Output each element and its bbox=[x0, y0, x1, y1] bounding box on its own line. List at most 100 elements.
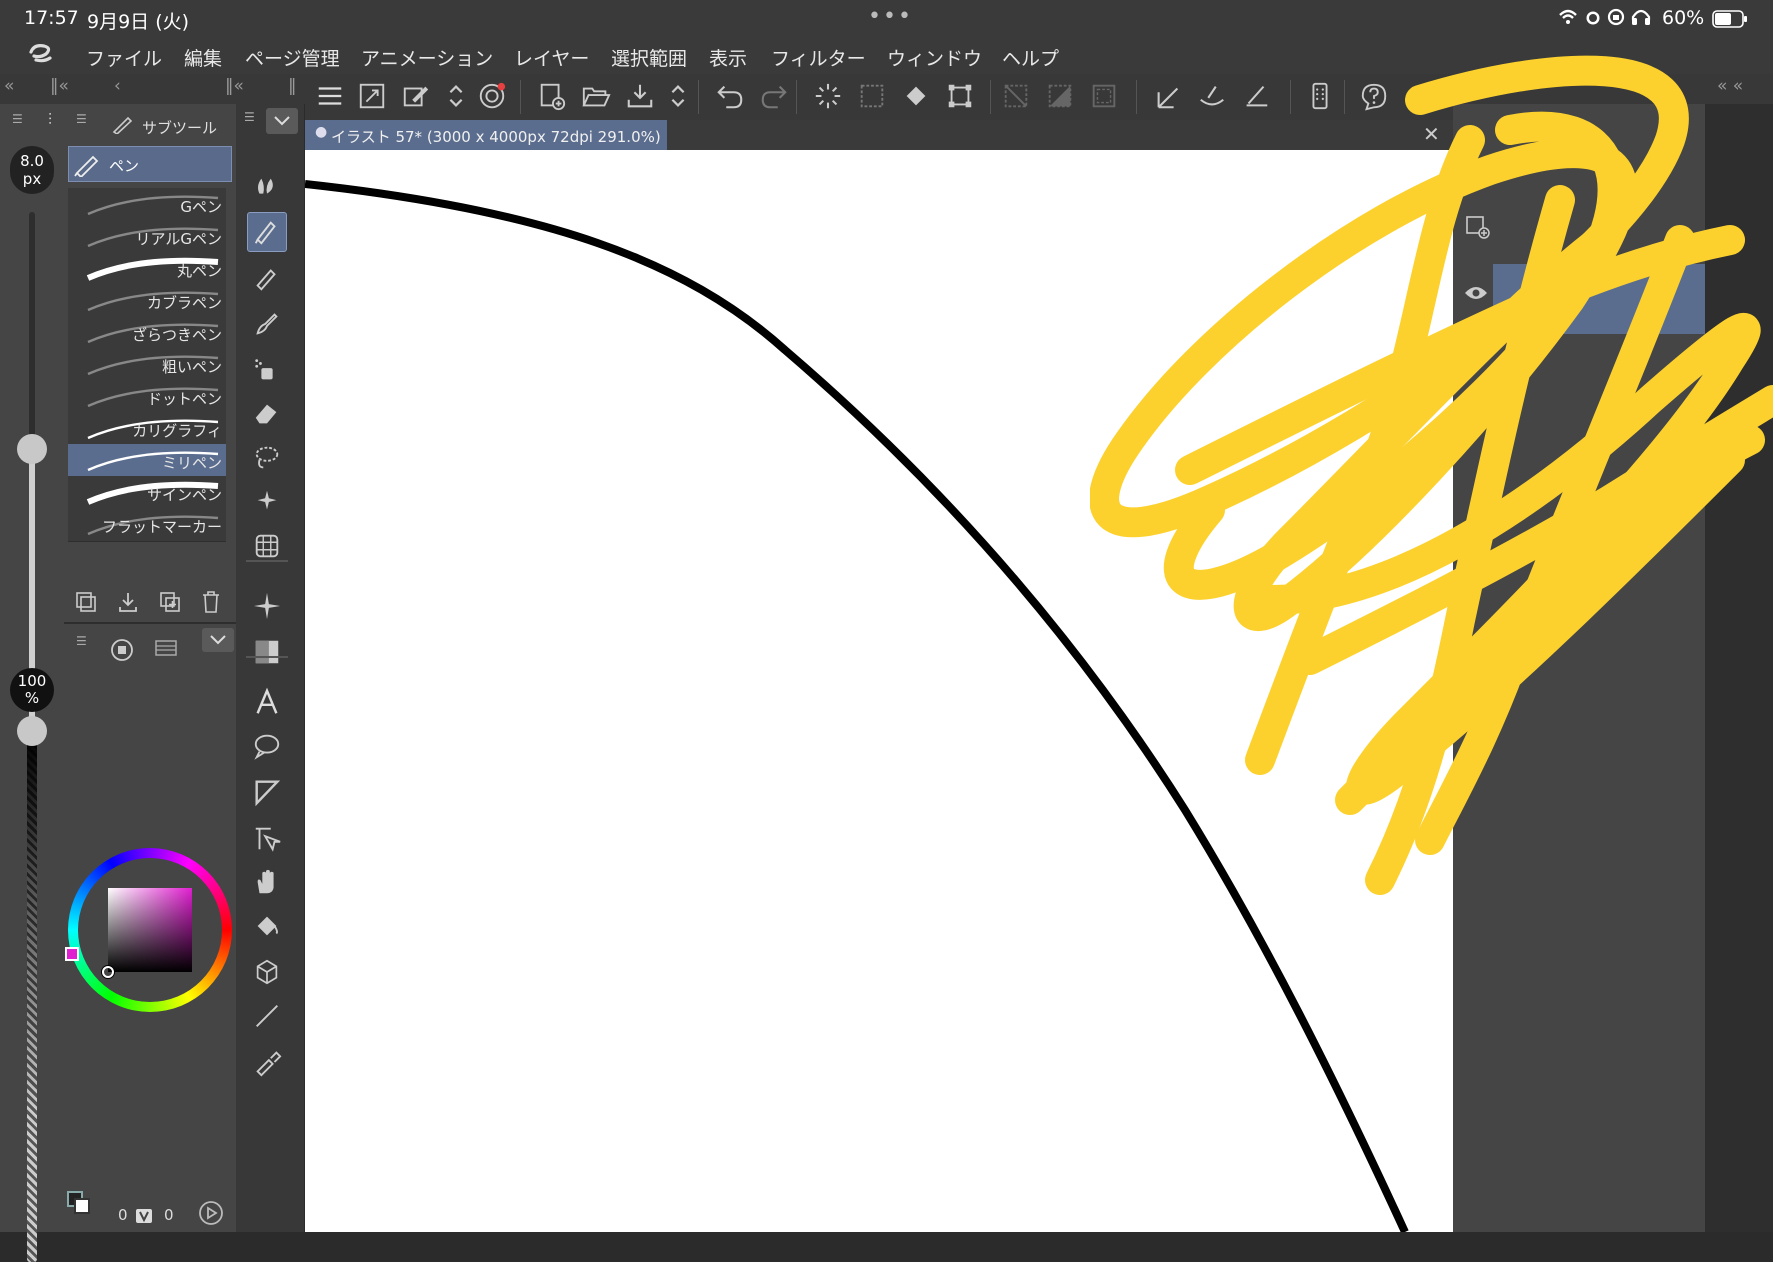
magic-wand-icon[interactable] bbox=[247, 482, 287, 522]
orientation-lock-icon bbox=[1607, 8, 1625, 31]
brush-item[interactable]: 粗いペン bbox=[68, 348, 226, 382]
brush-item[interactable]: ミリペン bbox=[68, 444, 226, 478]
brush-size-icon[interactable]: ⫶ bbox=[48, 110, 52, 130]
lasso-select-icon[interactable] bbox=[247, 438, 287, 478]
command-separator bbox=[698, 80, 699, 114]
airbrush-tool-icon[interactable] bbox=[247, 350, 287, 390]
open-folder-icon[interactable] bbox=[576, 78, 616, 114]
loading-spinner-icon[interactable] bbox=[808, 78, 848, 114]
color-slider-tab-icon[interactable] bbox=[154, 638, 178, 662]
text-tool-icon[interactable] bbox=[247, 682, 287, 722]
pen-tool-icon[interactable] bbox=[247, 212, 287, 252]
hamburger-menu-icon[interactable] bbox=[310, 78, 350, 114]
transform-icon[interactable] bbox=[940, 78, 980, 114]
brush-item-label: フラットマーカー bbox=[101, 518, 222, 536]
gradient-tool-icon[interactable] bbox=[247, 632, 287, 672]
brush-item-label: 粗いペン bbox=[161, 358, 222, 376]
undo-icon[interactable] bbox=[710, 78, 750, 114]
frame-border-icon[interactable] bbox=[247, 772, 287, 812]
brush-item[interactable]: リアルGペン bbox=[68, 220, 226, 254]
tool-menu-icon[interactable]: ☰ bbox=[244, 110, 255, 124]
brush-tool-icon[interactable] bbox=[247, 304, 287, 344]
opacity-slider-gradient bbox=[27, 732, 37, 1112]
opacity-slider-handle[interactable] bbox=[17, 716, 47, 746]
menu-edit[interactable]: 編集 bbox=[184, 44, 222, 71]
menu-filter[interactable]: フィルター bbox=[771, 44, 866, 71]
tool-separator bbox=[246, 560, 288, 562]
subtool-tab-label[interactable]: サブツール bbox=[142, 117, 217, 138]
save-icon[interactable] bbox=[620, 78, 660, 114]
brush-item[interactable]: ざらつきペン bbox=[68, 316, 226, 350]
brush-item-label: Gペン bbox=[180, 198, 222, 216]
selection-border-icon[interactable] bbox=[852, 78, 892, 114]
color-swap-icon[interactable] bbox=[64, 1188, 94, 1222]
sparkle-effect-icon[interactable] bbox=[247, 586, 287, 626]
line-tool-icon[interactable] bbox=[247, 996, 287, 1036]
multitask-dots[interactable]: ••• bbox=[868, 4, 913, 29]
up-down-arrows-icon[interactable] bbox=[436, 78, 476, 114]
quick-access-icon[interactable] bbox=[472, 78, 512, 114]
brush-item[interactable]: カリグラフィ bbox=[68, 412, 226, 446]
deselect-icon[interactable] bbox=[996, 78, 1036, 114]
menu-view[interactable]: 表示 bbox=[709, 44, 747, 71]
edit-pen-icon[interactable] bbox=[396, 78, 436, 114]
status-counter-b: 0 bbox=[164, 1206, 174, 1224]
vector-icon bbox=[136, 1208, 152, 1227]
menu-animation[interactable]: アニメーション bbox=[361, 44, 493, 71]
menu-selection[interactable]: 選択範囲 bbox=[611, 44, 687, 71]
brush-item[interactable]: ドットペン bbox=[68, 380, 226, 414]
color-panel-menu-icon[interactable]: ☰ bbox=[76, 634, 87, 648]
clip-studio-logo-icon[interactable] bbox=[26, 42, 56, 75]
brush-item-label: 丸ペン bbox=[176, 262, 222, 280]
collapse-tools-icon[interactable]: ‖« bbox=[225, 76, 244, 96]
pencil-tool-icon[interactable] bbox=[247, 258, 287, 298]
menu-help[interactable]: ヘルプ bbox=[1002, 44, 1059, 71]
hand-tool-icon[interactable] bbox=[247, 862, 287, 902]
collapse-left-icon[interactable]: « bbox=[4, 76, 14, 96]
menu-page-management[interactable]: ページ管理 bbox=[245, 44, 340, 71]
canvas-tab[interactable]: ● イラスト 57* (3000 x 4000px 72dpi 291.0%) bbox=[305, 120, 667, 150]
chevron-left-icon[interactable]: ‹ bbox=[114, 76, 121, 96]
copy-settings-icon[interactable] bbox=[74, 590, 98, 618]
tool-dropdown[interactable] bbox=[266, 108, 298, 134]
eraser-tool-icon[interactable] bbox=[247, 394, 287, 434]
blend-tool-icon[interactable] bbox=[247, 168, 287, 208]
save-options-icon[interactable] bbox=[658, 78, 698, 114]
fill-icon[interactable] bbox=[896, 78, 936, 114]
brush-item-label: ミリペン bbox=[161, 454, 222, 472]
new-canvas-icon[interactable] bbox=[532, 78, 572, 114]
resize-icon[interactable] bbox=[352, 78, 392, 114]
panel-menu-icon[interactable]: ☰ bbox=[12, 112, 23, 126]
import-icon[interactable] bbox=[116, 590, 140, 618]
hue-selector[interactable] bbox=[65, 947, 79, 961]
subtool-footer bbox=[64, 582, 236, 622]
saturation-value-square[interactable] bbox=[108, 888, 192, 972]
color-selector[interactable] bbox=[102, 966, 114, 978]
color-wheel-tab-icon[interactable] bbox=[110, 638, 134, 666]
3d-object-icon[interactable] bbox=[247, 952, 287, 992]
play-icon[interactable] bbox=[198, 1200, 224, 1230]
collapse-right-icon[interactable]: ‖ bbox=[288, 76, 297, 96]
duplicate-icon[interactable] bbox=[158, 590, 182, 618]
invert-selection-icon[interactable] bbox=[1040, 78, 1080, 114]
brush-item[interactable]: サインペン bbox=[68, 476, 226, 510]
brush-item[interactable]: フラットマーカー bbox=[68, 508, 226, 542]
brush-item[interactable]: カブラペン bbox=[68, 284, 226, 318]
brush-item[interactable]: Gペン bbox=[68, 188, 226, 222]
eyedropper-icon[interactable] bbox=[247, 1042, 287, 1082]
trash-icon[interactable] bbox=[200, 590, 222, 618]
subtool-group-ペン[interactable]: ペン bbox=[68, 146, 232, 182]
menu-window[interactable]: ウィンドウ bbox=[887, 44, 982, 71]
menu-layer[interactable]: レイヤー bbox=[514, 44, 589, 71]
operation-tool-icon[interactable] bbox=[247, 818, 287, 858]
brush-item[interactable]: 丸ペン bbox=[68, 252, 226, 286]
fill-bucket-icon[interactable] bbox=[247, 906, 287, 946]
opacity-readout: 100 % bbox=[10, 668, 54, 712]
menu-file[interactable]: ファイル bbox=[86, 44, 162, 71]
brush-size-slider-handle[interactable] bbox=[17, 434, 47, 464]
color-panel-dropdown[interactable] bbox=[202, 628, 234, 652]
subtool-menu-icon[interactable]: ☰ bbox=[76, 112, 87, 126]
redo-icon[interactable] bbox=[754, 78, 794, 114]
collapse-panel-icon[interactable]: ‖« bbox=[50, 76, 69, 96]
speech-balloon-icon[interactable] bbox=[247, 726, 287, 766]
